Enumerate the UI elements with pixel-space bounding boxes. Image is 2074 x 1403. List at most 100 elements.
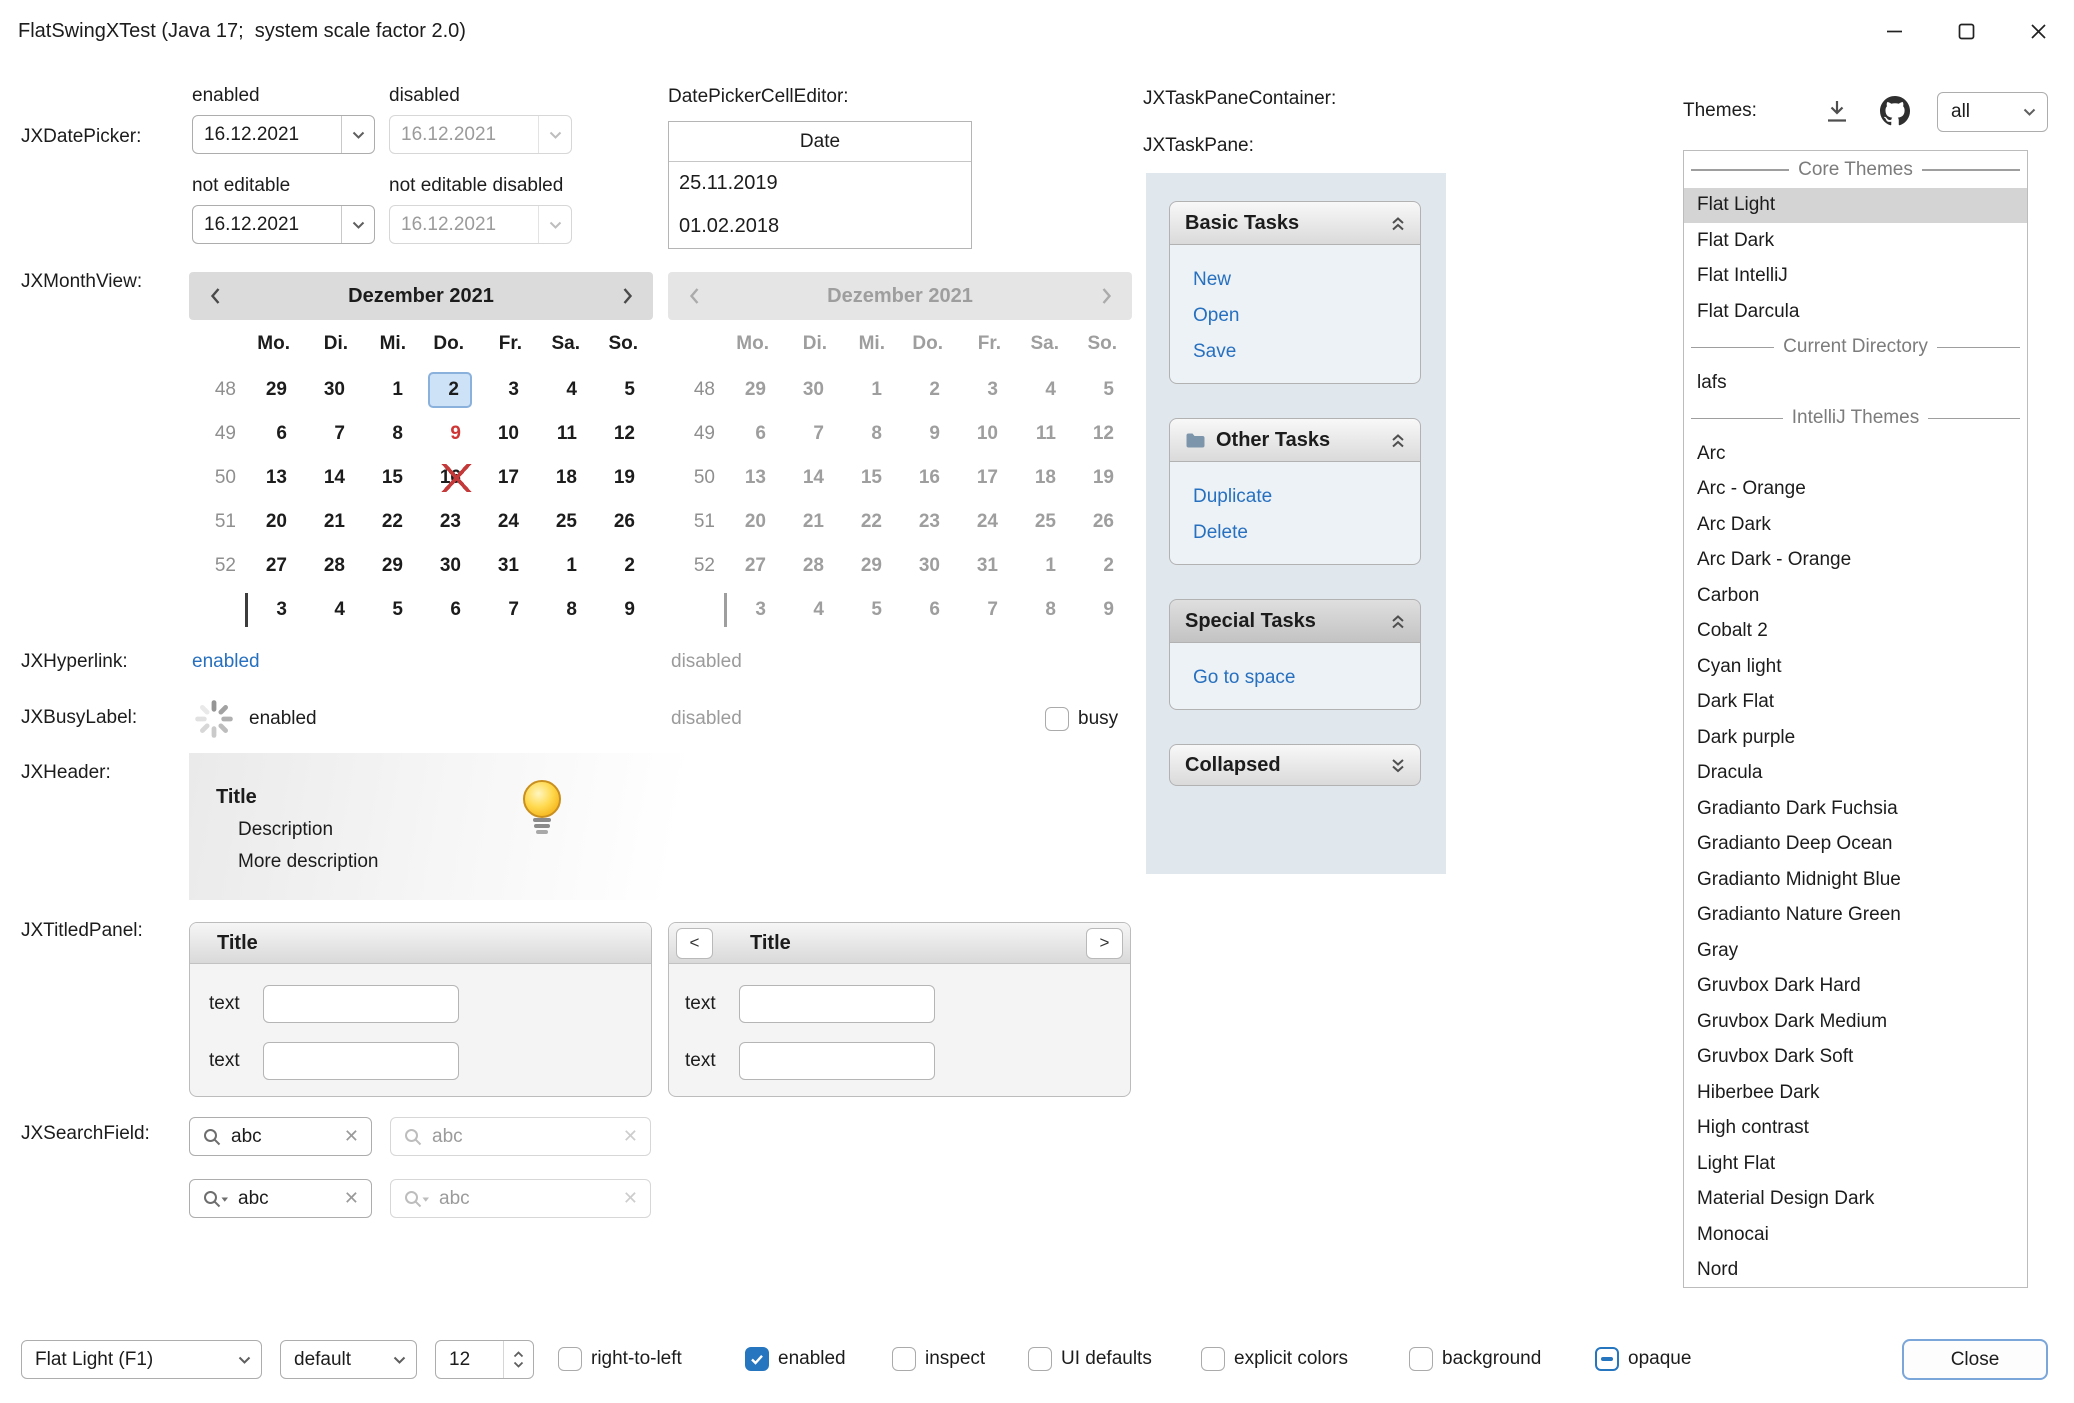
theme-item-dark-purple[interactable]: Dark purple	[1684, 720, 2027, 756]
task-link-open[interactable]: Open	[1193, 298, 1420, 334]
checkbox-explicit-colors[interactable]: explicit colors	[1201, 1347, 1348, 1371]
theme-item-dark-flat[interactable]: Dark Flat	[1684, 685, 2027, 721]
hyperlink-enabled[interactable]: enabled	[192, 651, 260, 673]
theme-item-monocai[interactable]: Monocai	[1684, 1217, 2027, 1253]
calendar-day[interactable]: 9	[593, 588, 651, 632]
calendar-day[interactable]: 4	[535, 368, 593, 412]
calendar-day[interactable]: 4	[303, 588, 361, 632]
task-link-go-to-space[interactable]: Go to space	[1193, 660, 1420, 696]
calendar-day[interactable]: 28	[303, 544, 361, 588]
calendar-day[interactable]: 25	[535, 500, 593, 544]
checkbox-right-to-left[interactable]: right-to-left	[558, 1347, 682, 1371]
calendar-day[interactable]: 7	[477, 588, 535, 632]
theme-item-gruvbox-dark-soft[interactable]: Gruvbox Dark Soft	[1684, 1040, 2027, 1076]
calendar-day[interactable]: 10	[477, 412, 535, 456]
calendar-day[interactable]: 15	[361, 456, 419, 500]
theme-item-dracula[interactable]: Dracula	[1684, 756, 2027, 792]
calendar-day[interactable]: 9	[419, 412, 477, 456]
spinner-down-icon[interactable]	[513, 1361, 524, 1368]
taskpane-header-basic-tasks[interactable]: Basic Tasks	[1169, 201, 1421, 245]
task-link-save[interactable]: Save	[1193, 334, 1420, 370]
calendar-day[interactable]: 2	[428, 372, 472, 408]
theme-item-hiberbee-dark[interactable]: Hiberbee Dark	[1684, 1075, 2027, 1111]
calendar-day[interactable]: 1	[361, 368, 419, 412]
expand-icon[interactable]	[1389, 757, 1407, 774]
calendar-day[interactable]: 5	[361, 588, 419, 632]
scroll-left-button[interactable]: <	[676, 928, 713, 959]
scroll-right-button[interactable]: >	[1086, 928, 1123, 959]
datepicker-enabled[interactable]: 16.12.2021	[192, 115, 375, 154]
theme-item-gradianto-dark-fuchsia[interactable]: Gradianto Dark Fuchsia	[1684, 791, 2027, 827]
taskpane-header-special-tasks[interactable]: Special Tasks	[1169, 599, 1421, 643]
theme-item-nord[interactable]: Nord	[1684, 1253, 2027, 1289]
theme-item-flat-light[interactable]: Flat Light	[1684, 188, 2027, 224]
checkbox-background[interactable]: background	[1409, 1347, 1541, 1371]
theme-item-gray[interactable]: Gray	[1684, 933, 2027, 969]
calendar-day[interactable]: 6	[245, 412, 303, 456]
calendar-day[interactable]: 8	[535, 588, 593, 632]
next-month-icon[interactable]	[601, 287, 653, 305]
calendar-day[interactable]: 30	[303, 368, 361, 412]
calendar-day[interactable]: 23	[419, 500, 477, 544]
text-input[interactable]	[263, 985, 459, 1023]
github-icon[interactable]	[1880, 96, 1910, 126]
calendar-day[interactable]: 19	[593, 456, 651, 500]
calendar-day[interactable]: 18	[535, 456, 593, 500]
checkbox-opaque[interactable]: opaque	[1595, 1347, 1691, 1371]
calendar-day[interactable]: 17	[477, 456, 535, 500]
theme-item-cobalt-2[interactable]: Cobalt 2	[1684, 614, 2027, 650]
calendar-day[interactable]: 22	[361, 500, 419, 544]
calendar-day[interactable]: 27	[245, 544, 303, 588]
calendar-day[interactable]: 30	[419, 544, 477, 588]
calendar-day[interactable]: 16	[419, 456, 477, 500]
collapse-icon[interactable]	[1389, 432, 1407, 449]
datepicker-not-editable[interactable]: 16.12.2021	[192, 205, 375, 244]
checkbox-ui-defaults[interactable]: UI defaults	[1028, 1347, 1152, 1371]
calendar-day[interactable]: 14	[303, 456, 361, 500]
checkbox-inspect[interactable]: inspect	[892, 1347, 985, 1371]
calendar-day[interactable]: 6	[419, 588, 477, 632]
theme-item-cyan-light[interactable]: Cyan light	[1684, 649, 2027, 685]
font-size-spinner[interactable]: 12	[435, 1340, 534, 1379]
checkbox-enabled[interactable]: enabled	[745, 1347, 846, 1371]
theme-item-arc[interactable]: Arc	[1684, 436, 2027, 472]
theme-item-gruvbox-dark-hard[interactable]: Gruvbox Dark Hard	[1684, 969, 2027, 1005]
calendar-day[interactable]: 29	[245, 368, 303, 412]
calendar-day[interactable]: 12	[593, 412, 651, 456]
theme-item-arc-dark-orange[interactable]: Arc Dark - Orange	[1684, 543, 2027, 579]
calendar-day[interactable]: 7	[303, 412, 361, 456]
maximize-button[interactable]	[1930, 0, 2002, 62]
task-link-delete[interactable]: Delete	[1193, 515, 1420, 551]
table-row[interactable]: 01.02.2018	[669, 205, 971, 248]
collapse-icon[interactable]	[1389, 215, 1407, 232]
theme-item-light-flat[interactable]: Light Flat	[1684, 1146, 2027, 1182]
spinner-up-icon[interactable]	[513, 1351, 524, 1358]
calendar-day[interactable]: 1	[535, 544, 593, 588]
theme-item-carbon[interactable]: Carbon	[1684, 578, 2027, 614]
theme-item-gradianto-nature-green[interactable]: Gradianto Nature Green	[1684, 898, 2027, 934]
calendar-day[interactable]: 5	[593, 368, 651, 412]
calendar-day[interactable]: 13	[245, 456, 303, 500]
theme-item-lafs[interactable]: lafs	[1684, 365, 2027, 401]
table-row[interactable]: 25.11.2019	[669, 162, 971, 205]
calendar-day[interactable]: 21	[303, 500, 361, 544]
calendar-day[interactable]: 24	[477, 500, 535, 544]
task-link-new[interactable]: New	[1193, 262, 1420, 298]
text-input[interactable]	[739, 1042, 935, 1080]
minimize-button[interactable]	[1858, 0, 1930, 62]
spinner-buttons[interactable]	[503, 1341, 533, 1378]
searchfield-3[interactable]: abc✕	[189, 1179, 372, 1218]
calendar-day[interactable]: 2	[593, 544, 651, 588]
theme-item-gruvbox-dark-medium[interactable]: Gruvbox Dark Medium	[1684, 1004, 2027, 1040]
font-combobox[interactable]: default	[280, 1340, 417, 1379]
task-link-duplicate[interactable]: Duplicate	[1193, 479, 1420, 515]
busy-checkbox[interactable]: busy	[1045, 707, 1118, 731]
previous-month-icon[interactable]	[189, 287, 241, 305]
theme-item-flat-intellij[interactable]: Flat IntelliJ	[1684, 259, 2027, 295]
calendar-day[interactable]: 3	[477, 368, 535, 412]
clear-icon[interactable]: ✕	[344, 1126, 359, 1147]
collapse-icon[interactable]	[1389, 613, 1407, 630]
chevron-down-icon[interactable]	[341, 206, 374, 243]
chevron-down-icon[interactable]	[341, 116, 374, 153]
calendar-day[interactable]: 26	[593, 500, 651, 544]
